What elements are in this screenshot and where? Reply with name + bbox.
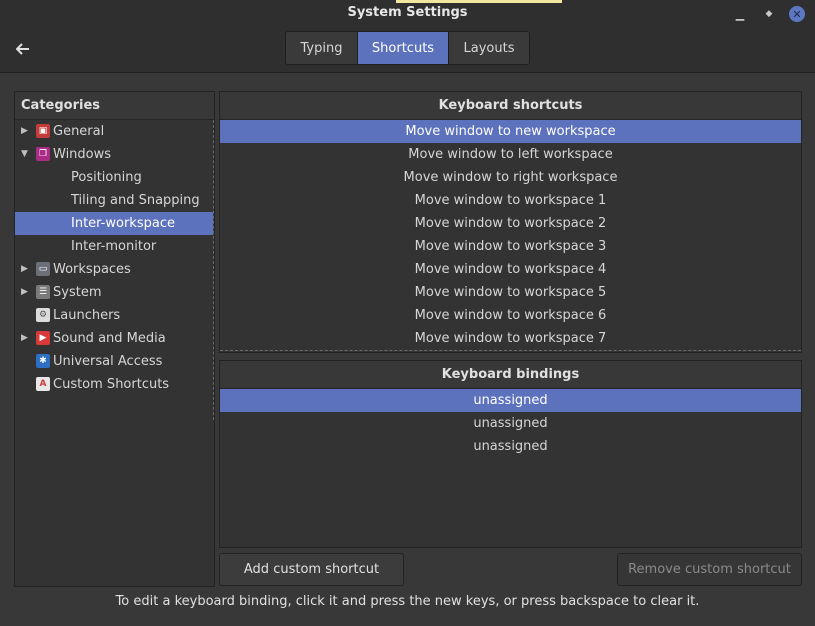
shortcut-row[interactable]: Move window to workspace 4 — [220, 258, 801, 281]
header-bar: Typing Shortcuts Layouts — [0, 28, 815, 73]
bindings-list: unassigned unassigned unassigned — [220, 389, 801, 458]
remove-custom-shortcut-button[interactable]: Remove custom shortcut — [617, 553, 802, 586]
shortcut-row[interactable]: Move window to workspace 6 — [220, 304, 801, 327]
shortcut-row[interactable]: Move window to new workspace — [220, 120, 801, 143]
shortcut-row[interactable]: Move window to workspace 1 — [220, 189, 801, 212]
tab-shortcuts[interactable]: Shortcuts — [358, 32, 449, 64]
windows-icon: ❐ — [36, 147, 50, 161]
keyboard-bindings-header: Keyboard bindings — [220, 361, 801, 389]
custom-shortcuts-icon: A — [36, 377, 50, 391]
accessibility-icon: ✱ — [36, 354, 50, 368]
binding-row[interactable]: unassigned — [220, 412, 801, 435]
shortcut-row[interactable]: Move window to workspace 5 — [220, 281, 801, 304]
system-icon: ☰ — [36, 285, 50, 299]
minimize-icon[interactable]: ▁ — [731, 5, 749, 23]
shortcut-row[interactable]: Move window to workspace 7 — [220, 327, 801, 350]
binding-row[interactable]: unassigned — [220, 389, 801, 412]
shortcut-row[interactable]: Move window to right workspace — [220, 166, 801, 189]
tab-bar: Typing Shortcuts Layouts — [285, 31, 530, 65]
category-sound-and-media[interactable]: ▶ ▶ Sound and Media — [15, 327, 213, 350]
expander-collapsed-icon[interactable]: ▶ — [21, 281, 31, 304]
tab-typing[interactable]: Typing — [286, 32, 358, 64]
category-label: Sound and Media — [53, 331, 166, 346]
keyboard-shortcuts-header: Keyboard shortcuts — [220, 92, 801, 120]
category-custom-shortcuts[interactable]: A Custom Shortcuts — [15, 373, 213, 396]
shortcut-row[interactable]: Move window to workspace 3 — [220, 235, 801, 258]
category-label: Windows — [53, 147, 112, 162]
keyboard-bindings-panel: Keyboard bindings unassigned unassigned … — [219, 360, 802, 548]
shortcut-row[interactable]: Move window to left workspace — [220, 143, 801, 166]
expander-collapsed-icon[interactable]: ▶ — [21, 327, 31, 350]
category-label: Tiling and Snapping — [71, 193, 200, 208]
tab-layouts[interactable]: Layouts — [449, 32, 529, 64]
back-arrow-svg — [16, 43, 29, 55]
category-universal-access[interactable]: ✱ Universal Access — [15, 350, 213, 373]
general-icon: ▣ — [36, 124, 50, 138]
category-label: General — [53, 124, 105, 139]
categories-panel: Categories ▶ ▣ General ▼ ❐ Windows Posit… — [14, 91, 215, 587]
launchers-icon: ⚙ — [36, 308, 50, 322]
category-workspaces[interactable]: ▶ ▭ Workspaces — [15, 258, 213, 281]
expander-collapsed-icon[interactable]: ▶ — [21, 120, 31, 143]
maximize-icon[interactable]: ◆ — [760, 5, 778, 23]
keyboard-shortcuts-panel: Keyboard shortcuts Move window to new wo… — [219, 91, 802, 353]
add-custom-shortcut-button[interactable]: Add custom shortcut — [219, 553, 404, 586]
category-label: Inter-monitor — [71, 239, 157, 254]
title-accent-strip — [396, 0, 562, 3]
shortcut-row[interactable]: Move window to workspace 2 — [220, 212, 801, 235]
category-label: System — [53, 285, 102, 300]
category-general[interactable]: ▶ ▣ General — [15, 120, 213, 143]
category-windows[interactable]: ▼ ❐ Windows — [15, 143, 213, 166]
category-label: Workspaces — [53, 262, 131, 277]
category-positioning[interactable]: Positioning — [15, 166, 213, 189]
monitor-icon: ▭ — [36, 262, 50, 276]
category-tiling-and-snapping[interactable]: Tiling and Snapping — [15, 189, 213, 212]
expander-expanded-icon[interactable]: ▼ — [21, 143, 31, 166]
title-bar: System Settings ▁ ◆ ✕ — [0, 0, 815, 28]
category-inter-workspace[interactable]: Inter-workspace — [15, 212, 213, 235]
hint-text: To edit a keyboard binding, click it and… — [115, 594, 700, 609]
category-launchers[interactable]: ⚙ Launchers — [15, 304, 213, 327]
category-label: Universal Access — [53, 354, 163, 369]
shortcuts-list: Move window to new workspace Move window… — [220, 120, 801, 351]
media-icon: ▶ — [36, 331, 50, 345]
category-label: Positioning — [71, 170, 142, 185]
window-title: System Settings — [347, 5, 468, 20]
category-system[interactable]: ▶ ☰ System — [15, 281, 213, 304]
category-label: Inter-workspace — [71, 216, 175, 231]
back-arrow-icon[interactable] — [12, 38, 34, 60]
categories-header: Categories — [15, 92, 214, 120]
close-icon[interactable]: ✕ — [789, 6, 805, 22]
category-label: Launchers — [53, 308, 121, 323]
binding-row[interactable]: unassigned — [220, 435, 801, 458]
category-inter-monitor[interactable]: Inter-monitor — [15, 235, 213, 258]
category-label: Custom Shortcuts — [53, 377, 170, 392]
categories-list: ▶ ▣ General ▼ ❐ Windows Positioning Tili… — [15, 120, 214, 420]
expander-collapsed-icon[interactable]: ▶ — [21, 258, 31, 281]
